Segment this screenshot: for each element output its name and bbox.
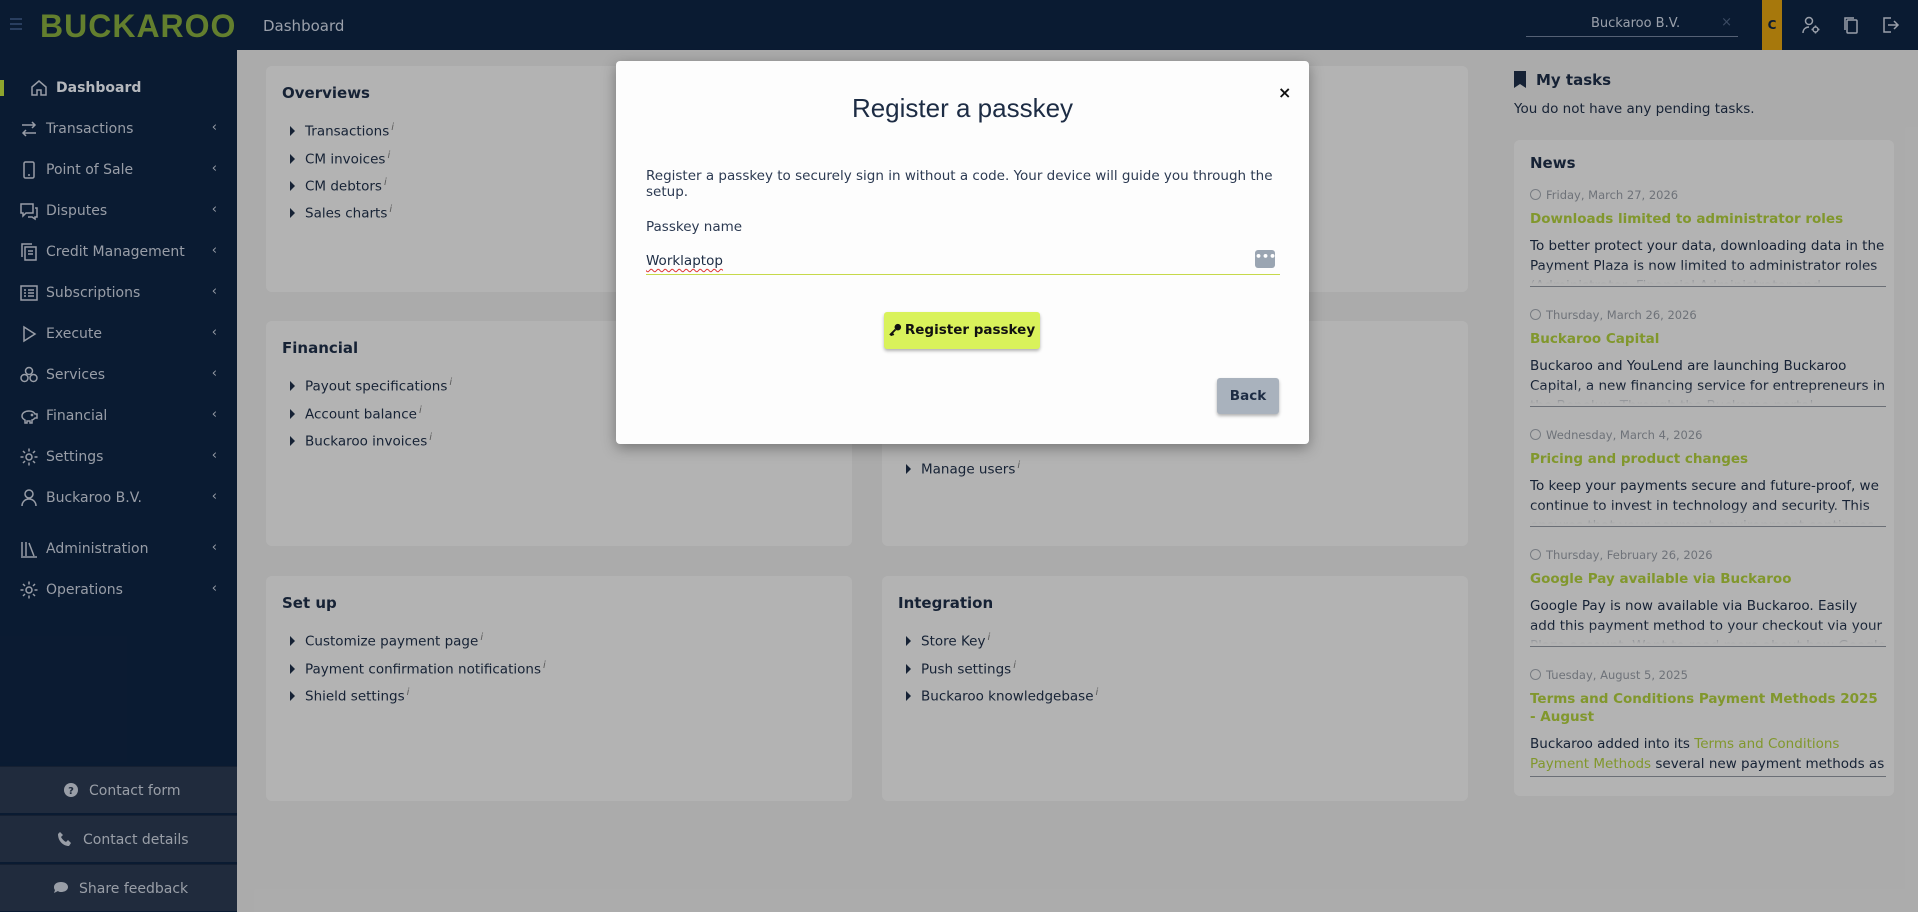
dialog-description: Register a passkey to securely sign in w… [646,168,1273,200]
password-manager-icon[interactable]: ••• [1255,250,1276,268]
register-passkey-button[interactable]: Register passkey [884,312,1040,349]
close-icon[interactable]: × [1278,83,1291,102]
register-passkey-dialog: Register a passkey × Register a passkey … [616,61,1309,444]
passkey-name-input[interactable]: Worklaptop ••• [646,247,1280,275]
back-button[interactable]: Back [1217,378,1279,414]
dialog-title: Register a passkey [851,93,1074,123]
passkey-name-label: Passkey name [646,219,743,235]
passkey-name-value: Worklaptop [646,253,723,269]
key-icon [889,323,901,337]
